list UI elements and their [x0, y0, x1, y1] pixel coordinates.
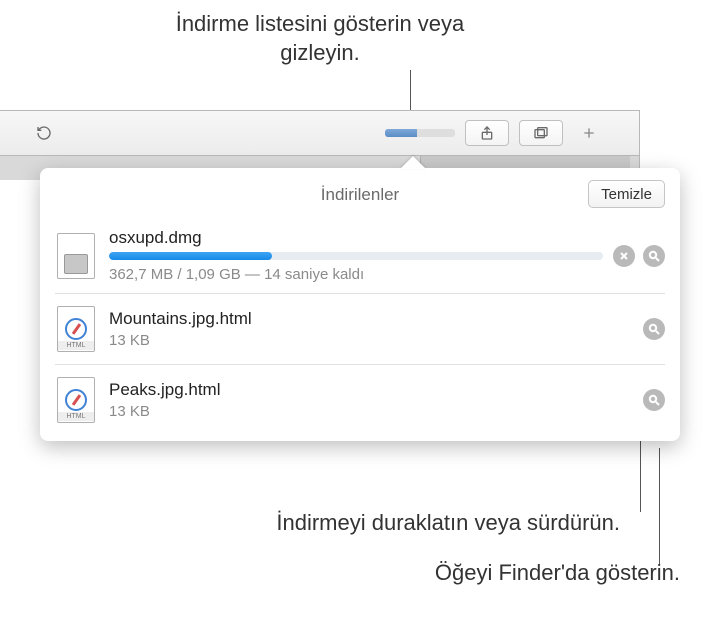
downloads-list: osxupd.dmg 362,7 MB / 1,09 GB — 14 saniy…	[55, 218, 665, 435]
stop-download-button[interactable]	[613, 245, 635, 267]
download-status: 362,7 MB / 1,09 GB — 14 saniye kaldı	[109, 266, 603, 283]
download-row[interactable]: HTML Peaks.jpg.html 13 KB	[55, 364, 665, 435]
download-row[interactable]: osxupd.dmg 362,7 MB / 1,09 GB — 14 saniy…	[55, 218, 665, 293]
download-progress-fill	[109, 252, 272, 260]
file-info: Peaks.jpg.html 13 KB	[109, 380, 633, 420]
download-status: 13 KB	[109, 403, 633, 420]
row-actions	[643, 389, 665, 411]
callout-line	[410, 70, 411, 112]
file-info: osxupd.dmg 362,7 MB / 1,09 GB — 14 saniy…	[109, 228, 603, 283]
file-name: osxupd.dmg	[109, 228, 603, 248]
dmg-file-icon	[55, 231, 97, 281]
popover-title: İndirilenler	[321, 185, 399, 205]
file-info: Mountains.jpg.html 13 KB	[109, 309, 633, 349]
download-status: 13 KB	[109, 332, 633, 349]
row-actions	[643, 318, 665, 340]
callout-pause-resume: İndirmeyi duraklatın veya sürdürün.	[276, 510, 620, 536]
reload-button[interactable]	[28, 120, 60, 146]
clear-downloads-button[interactable]: Temizle	[588, 180, 665, 208]
html-file-icon: HTML	[55, 304, 97, 354]
download-row[interactable]: HTML Mountains.jpg.html 13 KB	[55, 293, 665, 364]
new-tab-button[interactable]	[573, 120, 605, 146]
downloads-toolbar-button[interactable]	[385, 129, 455, 137]
file-name: Mountains.jpg.html	[109, 309, 633, 329]
reveal-in-finder-button[interactable]	[643, 389, 665, 411]
browser-toolbar	[0, 110, 640, 156]
popover-header: İndirilenler Temizle	[55, 180, 665, 210]
popover-arrow	[400, 156, 426, 169]
callout-line	[659, 448, 660, 564]
reveal-in-finder-button[interactable]	[643, 318, 665, 340]
download-progress-indicator	[385, 129, 417, 137]
callout-show-hide-downloads: İndirme listesini gösterin veya gizleyin…	[160, 10, 480, 67]
download-progress-bar	[109, 252, 603, 260]
html-file-icon: HTML	[55, 375, 97, 425]
share-button[interactable]	[465, 120, 509, 146]
file-type-label: HTML	[58, 341, 94, 350]
tabs-button[interactable]	[519, 120, 563, 146]
callout-show-in-finder: Öğeyi Finder'da gösterin.	[435, 560, 680, 586]
row-actions	[613, 245, 665, 267]
downloads-popover: İndirilenler Temizle osxupd.dmg 362,7 MB…	[40, 168, 680, 441]
file-name: Peaks.jpg.html	[109, 380, 633, 400]
file-type-label: HTML	[58, 412, 94, 421]
reveal-in-finder-button[interactable]	[643, 245, 665, 267]
